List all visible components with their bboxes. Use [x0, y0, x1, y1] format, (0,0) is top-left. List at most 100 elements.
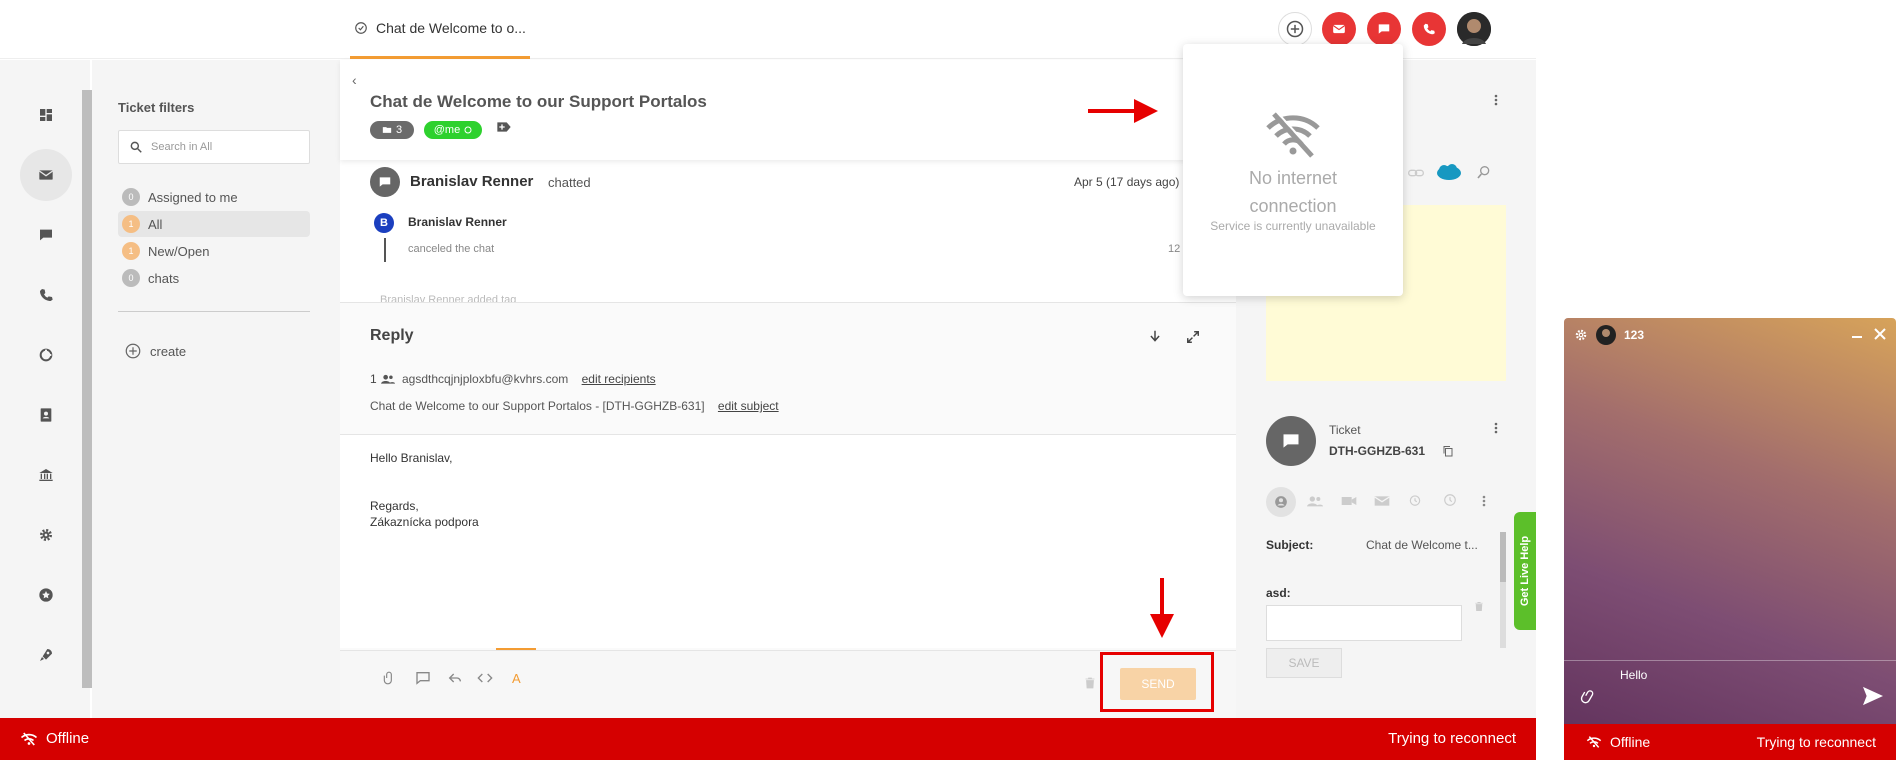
chat-button[interactable]	[1367, 12, 1401, 46]
add-button[interactable]	[1278, 12, 1312, 46]
widget-attach-button[interactable]	[1580, 688, 1596, 706]
create-filter-button[interactable]: create	[124, 342, 186, 360]
copy-icon	[1443, 446, 1453, 457]
nav-dashboard[interactable]	[20, 89, 72, 141]
tab-ticket-reminder[interactable]	[1408, 493, 1422, 507]
offline-bar: Offline Trying to reconnect	[0, 718, 1536, 760]
pie-chart-icon	[39, 348, 53, 362]
filter-search[interactable]: Search in All	[118, 130, 310, 164]
close-widget-button[interactable]	[1874, 328, 1886, 340]
tab-ticket-people[interactable]	[1307, 495, 1323, 507]
popup-title: No internet connection	[1183, 164, 1403, 220]
recipient-email: agsdthcqjnjploxbfu@kvhrs.com	[402, 372, 569, 386]
people-icon	[1307, 496, 1323, 507]
reply-body[interactable]: Hello Branislav, Regards, Zákaznícka pod…	[370, 450, 479, 530]
discard-button[interactable]	[1084, 676, 1096, 690]
assignee-tag[interactable]: @me	[424, 121, 482, 139]
widget-offline-label: Offline	[1610, 734, 1651, 750]
nav-tickets[interactable]	[20, 149, 72, 201]
message-divider	[1564, 660, 1896, 661]
get-live-help-tab[interactable]: Get Live Help	[1514, 512, 1536, 630]
sidebar-scrollbar[interactable]	[82, 90, 92, 688]
send-button[interactable]: SEND	[1120, 668, 1196, 700]
minimize-reply-button[interactable]	[1148, 328, 1162, 344]
paperclip-icon	[1580, 690, 1594, 704]
thread-line	[384, 238, 386, 262]
note-button[interactable]	[415, 670, 431, 686]
tab-ticket-history[interactable]	[1443, 493, 1457, 507]
tab-ticket-video[interactable]	[1341, 495, 1357, 507]
reply-arrow-icon	[448, 673, 461, 683]
tab-chat[interactable]: Chat de Welcome to o...	[350, 0, 530, 59]
custom-field-input[interactable]	[1266, 605, 1462, 641]
nav-settings[interactable]	[20, 509, 72, 561]
video-icon	[1341, 497, 1357, 505]
add-tag-button[interactable]	[496, 121, 512, 133]
nav-rewards[interactable]	[20, 569, 72, 621]
recipient-count: 1	[370, 372, 395, 386]
nav-reports[interactable]	[20, 329, 72, 381]
toolbar-indicator	[496, 648, 536, 650]
link-icon-button[interactable]	[1408, 167, 1424, 179]
person-circle-icon	[1275, 496, 1287, 508]
nav-chats[interactable]	[20, 209, 72, 261]
attach-button[interactable]	[382, 670, 396, 686]
copy-ticket-id-button[interactable]	[1442, 444, 1454, 458]
phone-button[interactable]	[1412, 12, 1446, 46]
detail-scrollbar-thumb[interactable]	[1500, 532, 1506, 582]
popup-subtitle: Service is currently unavailable	[1210, 219, 1376, 233]
search-person-icon	[1477, 166, 1490, 179]
subject-line: Chat de Welcome to our Support Portalos …	[370, 399, 779, 413]
user-avatar[interactable]	[1457, 12, 1491, 46]
forward-button[interactable]	[447, 670, 463, 686]
wifi-off-icon	[1266, 111, 1320, 158]
salesforce-cloud-icon	[1437, 164, 1461, 180]
email-button[interactable]	[1322, 12, 1356, 46]
search-input[interactable]: Search in All	[151, 141, 212, 153]
ticket-id: DTH-GGHZB-631	[1329, 444, 1426, 458]
save-button[interactable]: SAVE	[1266, 648, 1342, 678]
sub-event-time: 12	[1168, 243, 1181, 255]
more-vertical-icon	[1494, 94, 1498, 106]
widget-send-button[interactable]	[1862, 686, 1884, 706]
nav-companies[interactable]	[20, 449, 72, 501]
edit-recipients-link[interactable]: edit recipients	[582, 372, 656, 386]
author-avatar: B	[374, 213, 394, 233]
remove-tag-icon[interactable]	[464, 126, 472, 134]
gear-icon[interactable]	[1574, 328, 1588, 342]
filter-label: Assigned to me	[148, 189, 238, 205]
filters-title: Ticket filters	[118, 100, 195, 115]
code-button[interactable]	[477, 670, 493, 686]
close-icon	[1874, 328, 1886, 340]
back-button[interactable]: ‹	[352, 72, 357, 88]
filter-new-open[interactable]: 1 New/Open	[118, 238, 310, 264]
ticket-menu-button[interactable]	[1494, 422, 1498, 434]
arrow-right-icon	[1088, 99, 1158, 123]
tab-ticket-email[interactable]	[1374, 495, 1390, 507]
tab-ticket-contact[interactable]	[1266, 487, 1296, 517]
delete-field-button[interactable]	[1474, 600, 1484, 613]
annotation-arrow-down	[1147, 578, 1177, 640]
salesforce-button[interactable]	[1436, 163, 1462, 181]
filter-chats[interactable]: 0 chats	[118, 265, 310, 291]
nav-calls[interactable]	[20, 269, 72, 321]
integration-button[interactable]	[1476, 164, 1492, 180]
filter-all[interactable]: 1 All	[118, 211, 310, 237]
filters-divider	[118, 311, 310, 312]
edit-subject-link[interactable]: edit subject	[718, 399, 779, 413]
minimize-widget-button[interactable]	[1852, 336, 1862, 338]
nav-contacts[interactable]	[20, 389, 72, 441]
filter-assigned-to-me[interactable]: 0 Assigned to me	[118, 184, 310, 210]
tab-ticket-more[interactable]	[1482, 495, 1486, 507]
expand-reply-button[interactable]	[1186, 330, 1200, 344]
chat-message-input[interactable]: Hello	[1620, 668, 1647, 682]
chat-bubble-icon	[1283, 434, 1299, 448]
contact-menu-button[interactable]	[1494, 94, 1498, 106]
assignee-label: @me	[433, 124, 461, 136]
subject-label: Subject:	[1266, 538, 1314, 552]
plus-circle-icon	[1286, 20, 1304, 38]
tags-pill[interactable]: 3	[370, 121, 414, 139]
format-button[interactable]: A	[512, 671, 521, 686]
chat-bubble-icon	[379, 177, 391, 187]
nav-launch[interactable]	[20, 629, 72, 681]
